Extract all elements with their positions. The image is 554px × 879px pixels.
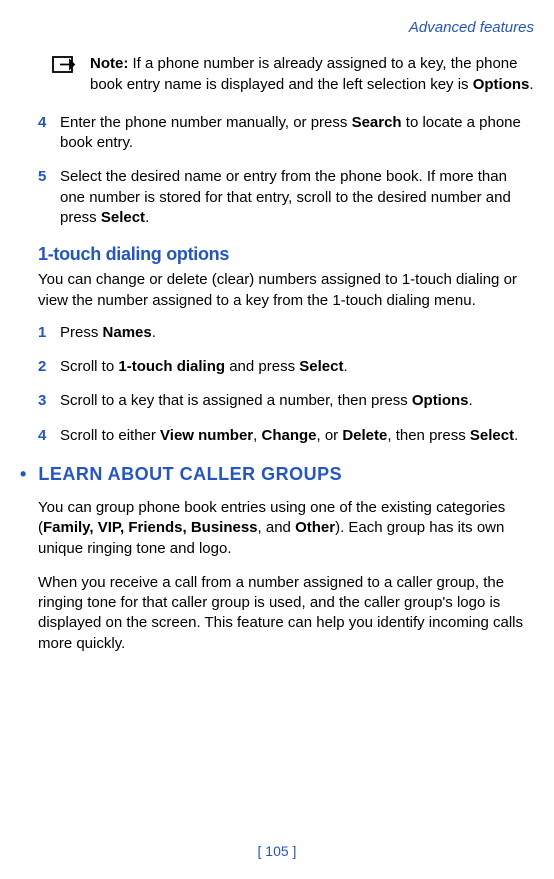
- step-number: 2: [38, 357, 50, 377]
- note-icon: [52, 56, 80, 78]
- step-text: Enter the phone number manually, or pres…: [60, 113, 534, 154]
- note-body: If a phone number is already assigned to…: [90, 55, 517, 92]
- paragraph-1: You can group phone book entries using o…: [38, 498, 534, 559]
- section-heading-text: LEARN ABOUT CALLER GROUPS: [38, 464, 342, 484]
- section-heading-caller-groups: • LEARN ABOUT CALLER GROUPS: [20, 462, 534, 486]
- step-number: 5: [38, 167, 50, 228]
- note-box: Note: If a phone number is already assig…: [38, 54, 534, 95]
- note-text: Note: If a phone number is already assig…: [90, 54, 534, 95]
- page-number: [ 105 ]: [0, 842, 554, 861]
- header-title: Advanced features: [409, 19, 534, 36]
- step-b-4: 4 Scroll to either View number, Change, o…: [38, 426, 534, 446]
- step-a-4: 4Enter the phone number manually, or pre…: [38, 113, 534, 154]
- step-number: 3: [38, 391, 50, 411]
- step-text: Scroll to 1-touch dialing and press Sele…: [60, 357, 534, 377]
- intro-paragraph: You can change or delete (clear) numbers…: [38, 270, 534, 311]
- step-number: 1: [38, 323, 50, 343]
- step-b-2: 2 Scroll to 1-touch dialing and press Sel…: [38, 357, 534, 377]
- step-text: Select the desired name or entry from th…: [60, 167, 534, 228]
- step-text: Press Names.: [60, 323, 534, 343]
- step-number: 4: [38, 113, 50, 154]
- note-period: .: [529, 76, 533, 93]
- paragraph-2: When you receive a call from a number as…: [38, 573, 534, 654]
- step-text: Scroll to a key that is assigned a numbe…: [60, 391, 534, 411]
- step-b-3: 3 Scroll to a key that is assigned a numb…: [38, 391, 534, 411]
- subheading-1touch-options: 1-touch dialing options: [38, 242, 534, 266]
- note-label: Note:: [90, 55, 128, 72]
- step-number: 4: [38, 426, 50, 446]
- step-b-1: 1 Press Names.: [38, 323, 534, 343]
- step-a-5: 5Select the desired name or entry from t…: [38, 167, 534, 228]
- page-header: Advanced features: [38, 18, 534, 38]
- step-text: Scroll to either View number, Change, or…: [60, 426, 534, 446]
- note-bold-end: Options: [473, 76, 530, 93]
- bullet-icon: •: [20, 464, 27, 484]
